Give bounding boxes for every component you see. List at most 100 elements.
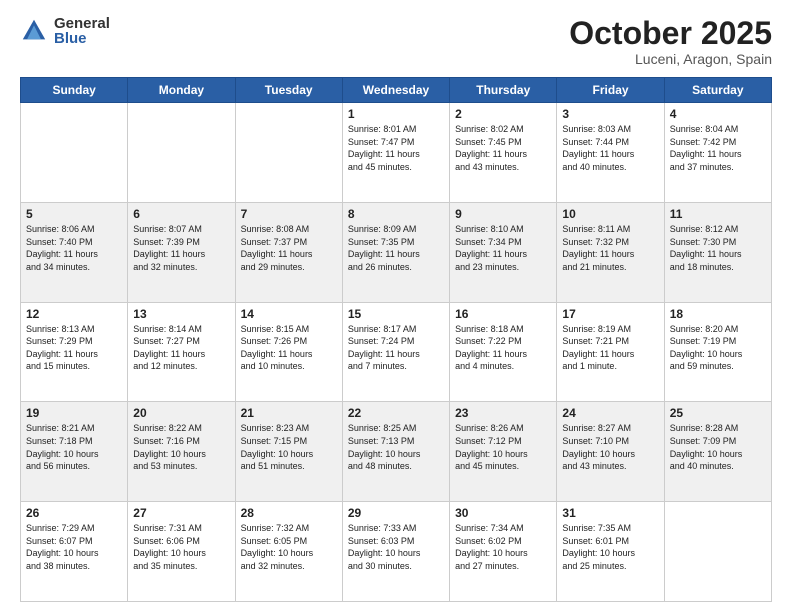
col-wednesday: Wednesday xyxy=(342,78,449,103)
day-info: Sunrise: 8:23 AM Sunset: 7:15 PM Dayligh… xyxy=(241,422,337,472)
day-info: Sunrise: 8:15 AM Sunset: 7:26 PM Dayligh… xyxy=(241,323,337,373)
page: General Blue October 2025 Luceni, Aragon… xyxy=(0,0,792,612)
table-row xyxy=(128,103,235,203)
table-row: 21 Sunrise: 8:23 AM Sunset: 7:15 PM Dayli… xyxy=(235,402,342,502)
day-info: Sunrise: 8:19 AM Sunset: 7:21 PM Dayligh… xyxy=(562,323,658,373)
calendar-week-row: 19 Sunrise: 8:21 AM Sunset: 7:18 PM Dayli… xyxy=(21,402,772,502)
day-number: 11 xyxy=(670,207,766,221)
table-row: 7 Sunrise: 8:08 AM Sunset: 7:37 PM Daylig… xyxy=(235,202,342,302)
day-info: Sunrise: 8:25 AM Sunset: 7:13 PM Dayligh… xyxy=(348,422,444,472)
day-info: Sunrise: 7:29 AM Sunset: 6:07 PM Dayligh… xyxy=(26,522,122,572)
day-info: Sunrise: 8:26 AM Sunset: 7:12 PM Dayligh… xyxy=(455,422,551,472)
header: General Blue October 2025 Luceni, Aragon… xyxy=(20,16,772,67)
logo-blue-text: Blue xyxy=(54,31,110,46)
col-sunday: Sunday xyxy=(21,78,128,103)
day-info: Sunrise: 8:27 AM Sunset: 7:10 PM Dayligh… xyxy=(562,422,658,472)
day-info: Sunrise: 8:18 AM Sunset: 7:22 PM Dayligh… xyxy=(455,323,551,373)
day-number: 22 xyxy=(348,406,444,420)
day-number: 17 xyxy=(562,307,658,321)
table-row: 22 Sunrise: 8:25 AM Sunset: 7:13 PM Dayli… xyxy=(342,402,449,502)
day-info: Sunrise: 8:12 AM Sunset: 7:30 PM Dayligh… xyxy=(670,223,766,273)
day-number: 12 xyxy=(26,307,122,321)
day-number: 19 xyxy=(26,406,122,420)
day-info: Sunrise: 8:28 AM Sunset: 7:09 PM Dayligh… xyxy=(670,422,766,472)
table-row: 4Sunrise: 8:04 AM Sunset: 7:42 PM Daylig… xyxy=(664,103,771,203)
day-number: 16 xyxy=(455,307,551,321)
day-info: Sunrise: 8:02 AM Sunset: 7:45 PM Dayligh… xyxy=(455,123,551,173)
day-info: Sunrise: 8:08 AM Sunset: 7:37 PM Dayligh… xyxy=(241,223,337,273)
table-row: 28 Sunrise: 7:32 AM Sunset: 6:05 PM Dayli… xyxy=(235,502,342,602)
calendar-week-row: 1Sunrise: 8:01 AM Sunset: 7:47 PM Daylig… xyxy=(21,103,772,203)
logo-text: General Blue xyxy=(54,16,110,46)
table-row: 30 Sunrise: 7:34 AM Sunset: 6:02 PM Dayli… xyxy=(450,502,557,602)
day-info: Sunrise: 8:22 AM Sunset: 7:16 PM Dayligh… xyxy=(133,422,229,472)
day-number: 2 xyxy=(455,107,551,121)
day-number: 9 xyxy=(455,207,551,221)
day-number: 10 xyxy=(562,207,658,221)
table-row: 8Sunrise: 8:09 AM Sunset: 7:35 PM Daylig… xyxy=(342,202,449,302)
table-row: 17 Sunrise: 8:19 AM Sunset: 7:21 PM Dayli… xyxy=(557,302,664,402)
table-row: 6Sunrise: 8:07 AM Sunset: 7:39 PM Daylig… xyxy=(128,202,235,302)
table-row: 23 Sunrise: 8:26 AM Sunset: 7:12 PM Dayli… xyxy=(450,402,557,502)
logo-icon xyxy=(20,17,48,45)
table-row: 3 Sunrise: 8:03 AM Sunset: 7:44 PM Daylig… xyxy=(557,103,664,203)
day-number: 3 xyxy=(562,107,658,121)
col-tuesday: Tuesday xyxy=(235,78,342,103)
day-number: 26 xyxy=(26,506,122,520)
calendar-week-row: 26 Sunrise: 7:29 AM Sunset: 6:07 PM Dayli… xyxy=(21,502,772,602)
calendar-week-row: 5 Sunrise: 8:06 AM Sunset: 7:40 PM Daylig… xyxy=(21,202,772,302)
day-number: 8 xyxy=(348,207,444,221)
table-row xyxy=(235,103,342,203)
table-row: 1Sunrise: 8:01 AM Sunset: 7:47 PM Daylig… xyxy=(342,103,449,203)
table-row: 19 Sunrise: 8:21 AM Sunset: 7:18 PM Dayli… xyxy=(21,402,128,502)
day-info: Sunrise: 8:21 AM Sunset: 7:18 PM Dayligh… xyxy=(26,422,122,472)
day-number: 24 xyxy=(562,406,658,420)
day-number: 21 xyxy=(241,406,337,420)
col-thursday: Thursday xyxy=(450,78,557,103)
table-row: 25 Sunrise: 8:28 AM Sunset: 7:09 PM Dayli… xyxy=(664,402,771,502)
day-number: 7 xyxy=(241,207,337,221)
table-row: 9Sunrise: 8:10 AM Sunset: 7:34 PM Daylig… xyxy=(450,202,557,302)
table-row xyxy=(21,103,128,203)
table-row: 27Sunrise: 7:31 AM Sunset: 6:06 PM Dayli… xyxy=(128,502,235,602)
table-row: 31Sunrise: 7:35 AM Sunset: 6:01 PM Dayli… xyxy=(557,502,664,602)
calendar-table: Sunday Monday Tuesday Wednesday Thursday… xyxy=(20,77,772,602)
table-row: 29Sunrise: 7:33 AM Sunset: 6:03 PM Dayli… xyxy=(342,502,449,602)
day-number: 14 xyxy=(241,307,337,321)
day-number: 15 xyxy=(348,307,444,321)
day-info: Sunrise: 8:14 AM Sunset: 7:27 PM Dayligh… xyxy=(133,323,229,373)
table-row: 24 Sunrise: 8:27 AM Sunset: 7:10 PM Dayli… xyxy=(557,402,664,502)
day-number: 4 xyxy=(670,107,766,121)
day-info: Sunrise: 8:03 AM Sunset: 7:44 PM Dayligh… xyxy=(562,123,658,173)
day-info: Sunrise: 8:20 AM Sunset: 7:19 PM Dayligh… xyxy=(670,323,766,373)
table-row: 16 Sunrise: 8:18 AM Sunset: 7:22 PM Dayli… xyxy=(450,302,557,402)
col-monday: Monday xyxy=(128,78,235,103)
table-row: 10 Sunrise: 8:11 AM Sunset: 7:32 PM Dayli… xyxy=(557,202,664,302)
col-saturday: Saturday xyxy=(664,78,771,103)
day-number: 28 xyxy=(241,506,337,520)
table-row: 13Sunrise: 8:14 AM Sunset: 7:27 PM Dayli… xyxy=(128,302,235,402)
table-row: 18Sunrise: 8:20 AM Sunset: 7:19 PM Dayli… xyxy=(664,302,771,402)
day-info: Sunrise: 7:34 AM Sunset: 6:02 PM Dayligh… xyxy=(455,522,551,572)
day-number: 30 xyxy=(455,506,551,520)
day-info: Sunrise: 8:06 AM Sunset: 7:40 PM Dayligh… xyxy=(26,223,122,273)
table-row: 15 Sunrise: 8:17 AM Sunset: 7:24 PM Dayli… xyxy=(342,302,449,402)
day-number: 25 xyxy=(670,406,766,420)
day-number: 23 xyxy=(455,406,551,420)
calendar-week-row: 12 Sunrise: 8:13 AM Sunset: 7:29 PM Dayli… xyxy=(21,302,772,402)
table-row: 2 Sunrise: 8:02 AM Sunset: 7:45 PM Daylig… xyxy=(450,103,557,203)
logo: General Blue xyxy=(20,16,110,46)
table-row: 26 Sunrise: 7:29 AM Sunset: 6:07 PM Dayli… xyxy=(21,502,128,602)
day-info: Sunrise: 8:17 AM Sunset: 7:24 PM Dayligh… xyxy=(348,323,444,373)
table-row: 11 Sunrise: 8:12 AM Sunset: 7:30 PM Dayli… xyxy=(664,202,771,302)
day-info: Sunrise: 8:13 AM Sunset: 7:29 PM Dayligh… xyxy=(26,323,122,373)
day-number: 5 xyxy=(26,207,122,221)
table-row: 12 Sunrise: 8:13 AM Sunset: 7:29 PM Dayli… xyxy=(21,302,128,402)
day-info: Sunrise: 7:32 AM Sunset: 6:05 PM Dayligh… xyxy=(241,522,337,572)
day-info: Sunrise: 8:11 AM Sunset: 7:32 PM Dayligh… xyxy=(562,223,658,273)
title-block: October 2025 Luceni, Aragon, Spain xyxy=(569,16,772,67)
day-info: Sunrise: 7:33 AM Sunset: 6:03 PM Dayligh… xyxy=(348,522,444,572)
day-number: 6 xyxy=(133,207,229,221)
table-row xyxy=(664,502,771,602)
table-row: 5 Sunrise: 8:06 AM Sunset: 7:40 PM Daylig… xyxy=(21,202,128,302)
